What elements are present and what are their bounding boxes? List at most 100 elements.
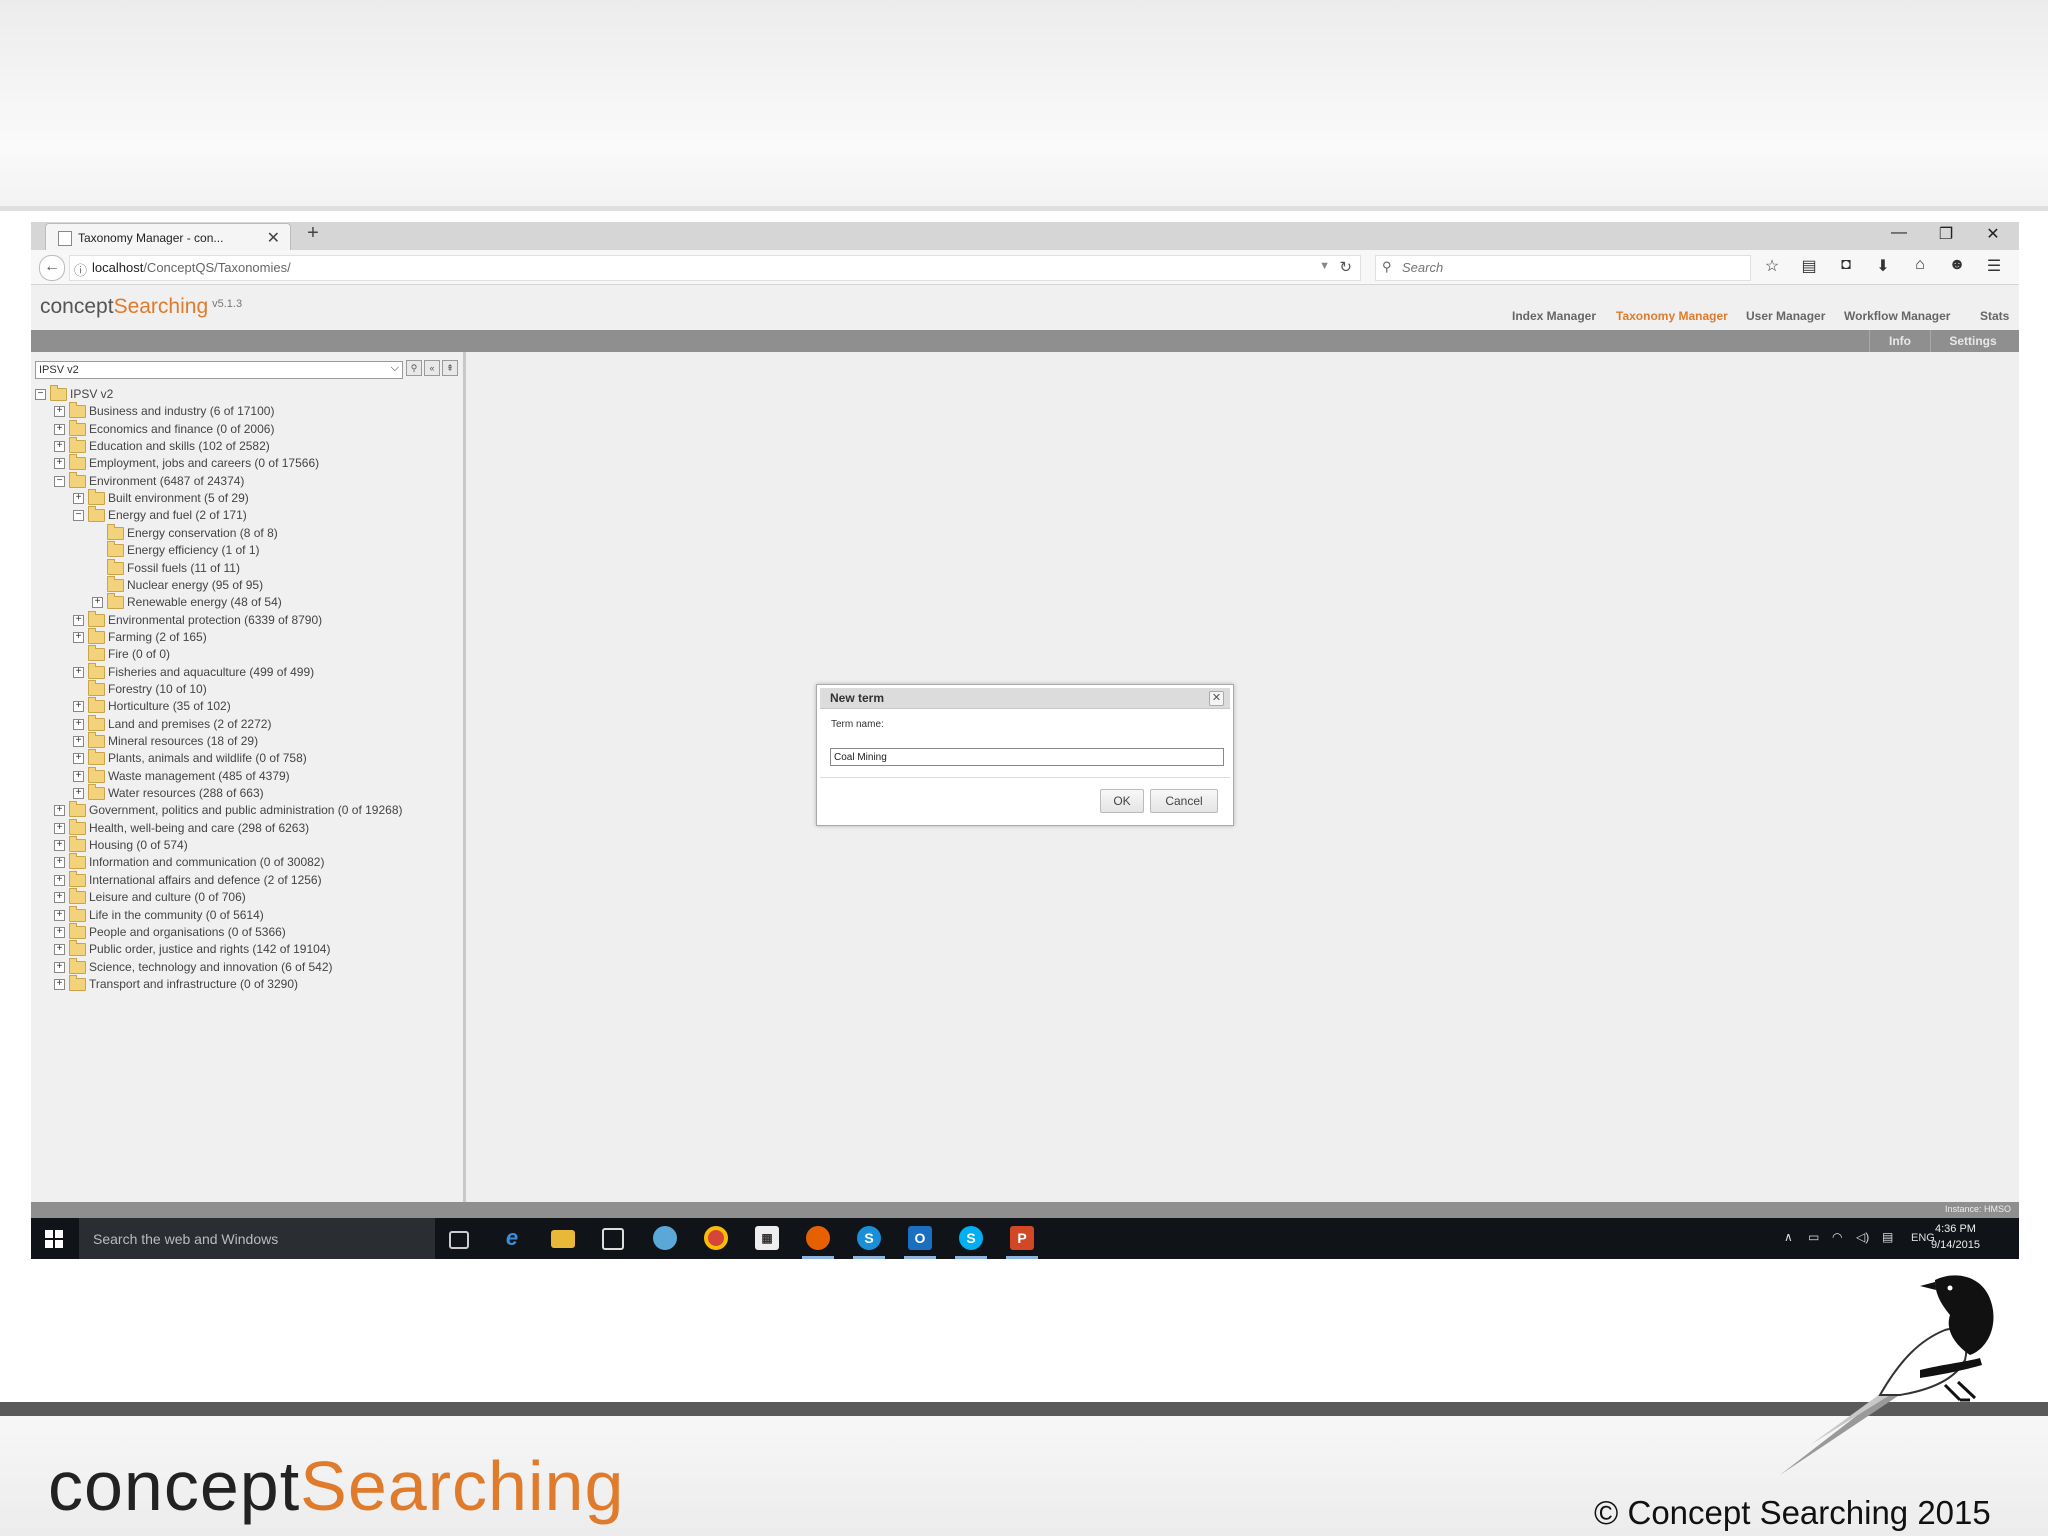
- expand-node-icon[interactable]: +: [54, 822, 65, 834]
- expand-node-icon[interactable]: +: [54, 909, 65, 921]
- expand-node-icon[interactable]: +: [73, 631, 84, 643]
- expand-node-icon[interactable]: +: [92, 597, 103, 609]
- cancel-button[interactable]: Cancel: [1150, 789, 1218, 813]
- tree-node[interactable]: + Public order, justice and rights (142 o…: [31, 940, 461, 958]
- expand-node-icon[interactable]: +: [73, 701, 84, 713]
- tree-node[interactable]: Nuclear energy (95 of 95): [31, 575, 461, 594]
- browser-search-input[interactable]: [1400, 259, 1734, 276]
- tree-node[interactable]: + Fisheries and aquaculture (499 of 499): [31, 662, 461, 681]
- expand-node-icon[interactable]: +: [54, 458, 65, 470]
- nav-taxonomy-manager[interactable]: Taxonomy Manager: [1616, 309, 1728, 323]
- expand-node-icon[interactable]: +: [54, 944, 65, 956]
- tree-node[interactable]: + Environmental protection (6339 of 8790): [31, 610, 461, 629]
- tree-node[interactable]: Energy conservation (8 of 8): [31, 523, 461, 542]
- tree-node[interactable]: + Farming (2 of 165): [31, 627, 461, 646]
- settings-button[interactable]: Settings: [1930, 330, 2015, 352]
- expand-node-icon[interactable]: +: [54, 406, 65, 418]
- browser-tab[interactable]: Taxonomy Manager - con... ✕: [45, 223, 291, 251]
- nav-user-manager[interactable]: User Manager: [1746, 309, 1825, 323]
- tree-node[interactable]: + Employment, jobs and careers (0 of 1756…: [31, 454, 461, 472]
- tree-node[interactable]: + Education and skills (102 of 2582): [31, 437, 461, 455]
- tree-node[interactable]: Energy efficiency (1 of 1): [31, 541, 461, 559]
- nav-index-manager[interactable]: Index Manager: [1512, 309, 1596, 323]
- tree-node[interactable]: + Housing (0 of 574): [31, 836, 461, 854]
- tree-node[interactable]: + Government, politics and public adminis…: [31, 801, 461, 819]
- action-center-icon[interactable]: ▤: [1882, 1230, 1893, 1244]
- taskbar-search-box[interactable]: Search the web and Windows: [79, 1218, 435, 1259]
- expand-node-icon[interactable]: +: [73, 493, 84, 505]
- task-view-icon[interactable]: [449, 1231, 469, 1249]
- close-window-button[interactable]: ✕: [1978, 224, 2008, 244]
- expand-node-icon[interactable]: +: [54, 961, 65, 973]
- internet-explorer-icon[interactable]: [653, 1226, 677, 1250]
- tree-node[interactable]: + Waste management (485 of 4379): [31, 766, 461, 785]
- expand-node-icon[interactable]: +: [54, 926, 65, 938]
- expand-node-icon[interactable]: +: [73, 770, 84, 782]
- skype-icon[interactable]: S: [955, 1226, 987, 1259]
- restore-window-button[interactable]: ❐: [1931, 224, 1961, 244]
- info-button[interactable]: Info: [1869, 330, 1930, 352]
- site-info-icon[interactable]: ⓘ: [74, 260, 87, 279]
- tree-node[interactable]: + Leisure and culture (0 of 706): [31, 888, 461, 906]
- file-explorer-icon[interactable]: [551, 1230, 575, 1248]
- tree-node[interactable]: + International affairs and defence (2 of…: [31, 870, 461, 889]
- term-name-input[interactable]: [830, 748, 1224, 766]
- bookmarks-menu-icon[interactable]: ▤: [1797, 256, 1821, 276]
- expand-node-icon[interactable]: +: [54, 978, 65, 990]
- skype-for-business-icon[interactable]: S: [853, 1226, 885, 1259]
- firefox-icon[interactable]: [802, 1226, 834, 1259]
- outlook-icon[interactable]: O: [904, 1226, 936, 1259]
- pocket-icon[interactable]: ◘: [1834, 256, 1858, 274]
- tree-node[interactable]: + People and organisations (0 of 5366): [31, 922, 461, 941]
- expand-node-icon[interactable]: +: [54, 874, 65, 886]
- wifi-icon[interactable]: ◠: [1832, 1230, 1842, 1244]
- expand-node-icon[interactable]: +: [54, 441, 65, 453]
- tree-node[interactable]: + Plants, animals and wildlife (0 of 758): [31, 749, 461, 767]
- pin-panel-button[interactable]: ⇞: [442, 360, 458, 376]
- tree-node[interactable]: + Land and premises (2 of 2272): [31, 714, 461, 733]
- tree-node[interactable]: + Health, well-being and care (298 of 626…: [31, 818, 461, 837]
- tree-node[interactable]: Forestry (10 of 10): [31, 679, 461, 698]
- nav-stats[interactable]: Stats: [1980, 309, 2009, 323]
- expand-node-icon[interactable]: +: [54, 805, 65, 817]
- browser-search-box[interactable]: ⚲: [1375, 255, 1751, 281]
- tree-node[interactable]: − IPSV v2: [31, 385, 461, 403]
- calculator-icon[interactable]: ▦: [755, 1226, 779, 1250]
- battery-icon[interactable]: ▭: [1808, 1230, 1819, 1244]
- history-dropdown-icon[interactable]: ▼: [1319, 260, 1330, 272]
- expand-node-icon[interactable]: +: [54, 892, 65, 904]
- minimize-window-button[interactable]: —: [1884, 224, 1914, 242]
- tree-node[interactable]: − Environment (6487 of 24374): [31, 471, 461, 490]
- expand-node-icon[interactable]: +: [54, 423, 65, 435]
- hamburger-menu-icon[interactable]: ☰: [1982, 256, 2006, 276]
- tree-node[interactable]: + Horticulture (35 of 102): [31, 697, 461, 715]
- edge-icon[interactable]: e: [500, 1226, 524, 1250]
- address-bar[interactable]: ⓘ localhost/ConceptQS/Taxonomies/ ▼ ↻: [69, 255, 1361, 281]
- store-icon[interactable]: [602, 1228, 624, 1250]
- dialog-close-icon[interactable]: ✕: [1209, 691, 1224, 706]
- collapse-node-icon[interactable]: −: [35, 389, 46, 400]
- tree-node[interactable]: + Life in the community (0 of 5614): [31, 905, 461, 924]
- expand-node-icon[interactable]: +: [73, 736, 84, 747]
- close-tab-icon[interactable]: ✕: [267, 228, 280, 248]
- collapse-node-icon[interactable]: −: [54, 475, 65, 487]
- collapse-tree-button[interactable]: «: [424, 360, 440, 376]
- downloads-icon[interactable]: ⬇: [1871, 256, 1895, 276]
- show-hidden-icons-icon[interactable]: ∧: [1784, 1230, 1793, 1244]
- tree-node[interactable]: + Economics and finance (0 of 2006): [31, 419, 461, 438]
- tree-node[interactable]: + Built environment (5 of 29): [31, 489, 461, 507]
- expand-node-icon[interactable]: +: [73, 788, 84, 800]
- expand-node-icon[interactable]: +: [73, 753, 84, 765]
- tree-node[interactable]: + Business and industry (6 of 17100): [31, 402, 461, 420]
- system-clock[interactable]: 4:36 PM 9/14/2015: [1931, 1221, 1980, 1253]
- powerpoint-icon[interactable]: P: [1006, 1226, 1038, 1259]
- tree-node[interactable]: + Information and communication (0 of 300…: [31, 853, 461, 871]
- expand-node-icon[interactable]: +: [73, 718, 84, 730]
- windows-start-icon[interactable]: [45, 1230, 63, 1248]
- volume-icon[interactable]: ◁): [1856, 1230, 1869, 1244]
- new-tab-button[interactable]: +: [299, 222, 327, 250]
- tree-node[interactable]: + Science, technology and innovation (6 o…: [31, 957, 461, 976]
- home-icon[interactable]: ⌂: [1908, 256, 1932, 274]
- tree-node[interactable]: + Renewable energy (48 of 54): [31, 593, 461, 611]
- tree-node[interactable]: + Transport and infrastructure (0 of 3290…: [31, 974, 461, 993]
